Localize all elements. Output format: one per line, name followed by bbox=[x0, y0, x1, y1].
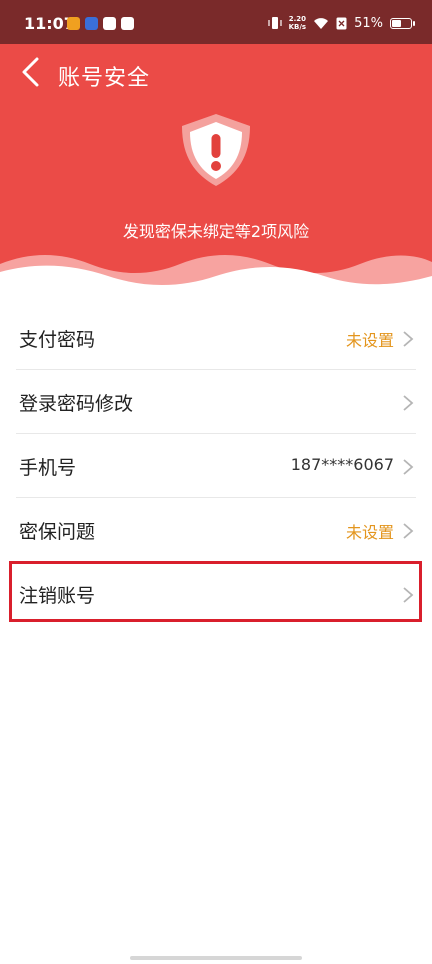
page-title: 账号安全 bbox=[58, 66, 151, 91]
chevron-right-icon bbox=[403, 331, 414, 347]
security-header: 账号安全 发现密保未绑定等2项风险 bbox=[0, 44, 432, 290]
row-label: 密保问题 bbox=[19, 521, 96, 543]
status-bar: 11:07 2.20 KB/s 51% bbox=[0, 0, 432, 44]
row-label: 登录密码修改 bbox=[19, 393, 134, 415]
network-speed: 2.20 KB/s bbox=[288, 15, 307, 31]
home-indicator[interactable] bbox=[130, 956, 302, 960]
row-label: 支付密码 bbox=[19, 329, 96, 351]
payment-password-row[interactable]: 支付密码 未设置 bbox=[16, 306, 416, 370]
row-label: 手机号 bbox=[19, 457, 77, 479]
phone-number-value: 187****6067 bbox=[290, 455, 394, 474]
vibrate-icon bbox=[268, 17, 282, 29]
notification-app-icon bbox=[85, 17, 98, 30]
header-wave-decoration bbox=[0, 255, 432, 290]
login-password-row[interactable]: 登录密码修改 bbox=[16, 370, 416, 434]
notification-app-icon bbox=[67, 17, 80, 30]
row-value: 未设置 bbox=[345, 331, 394, 350]
mail-icon bbox=[103, 17, 116, 30]
shield-alert-icon bbox=[182, 114, 250, 186]
risk-summary: 发现密保未绑定等2项风险 bbox=[122, 222, 310, 241]
chevron-right-icon bbox=[403, 523, 414, 539]
sim-icon bbox=[336, 17, 347, 29]
message-icon bbox=[121, 17, 134, 30]
row-value: 未设置 bbox=[345, 523, 394, 542]
phone-number-row[interactable]: 手机号 187****6067 bbox=[16, 434, 416, 498]
chevron-right-icon bbox=[403, 459, 414, 475]
back-button[interactable] bbox=[14, 54, 50, 90]
battery-icon bbox=[390, 17, 415, 29]
security-question-row[interactable]: 密保问题 未设置 bbox=[16, 498, 416, 562]
battery-percent: 51% bbox=[354, 15, 383, 31]
chevron-right-icon bbox=[403, 395, 414, 411]
wifi-icon bbox=[314, 17, 329, 29]
chevron-left-icon bbox=[22, 57, 39, 87]
highlight-box bbox=[9, 561, 422, 622]
